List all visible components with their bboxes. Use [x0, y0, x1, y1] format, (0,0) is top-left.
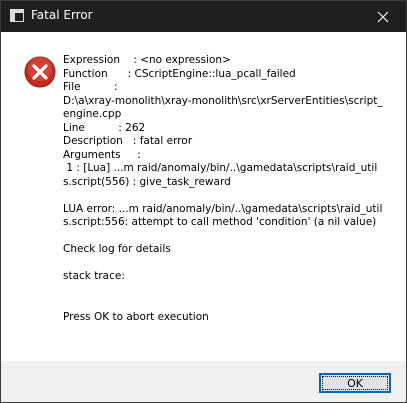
close-icon	[377, 11, 389, 22]
title-bar[interactable]: Fatal Error	[1, 1, 406, 32]
dialog-content: Expression : <no expression> Function : …	[1, 32, 406, 361]
ok-button[interactable]: OK	[319, 373, 391, 393]
error-message: Expression : <no expression> Function : …	[63, 54, 383, 323]
error-icon	[24, 56, 56, 88]
close-button[interactable]	[360, 1, 406, 32]
window-app-icon	[10, 9, 24, 22]
fatal-error-dialog: Fatal Error Expression : <no expression>…	[0, 0, 407, 403]
window-title: Fatal Error	[31, 8, 93, 22]
dialog-footer: OK	[1, 361, 406, 402]
